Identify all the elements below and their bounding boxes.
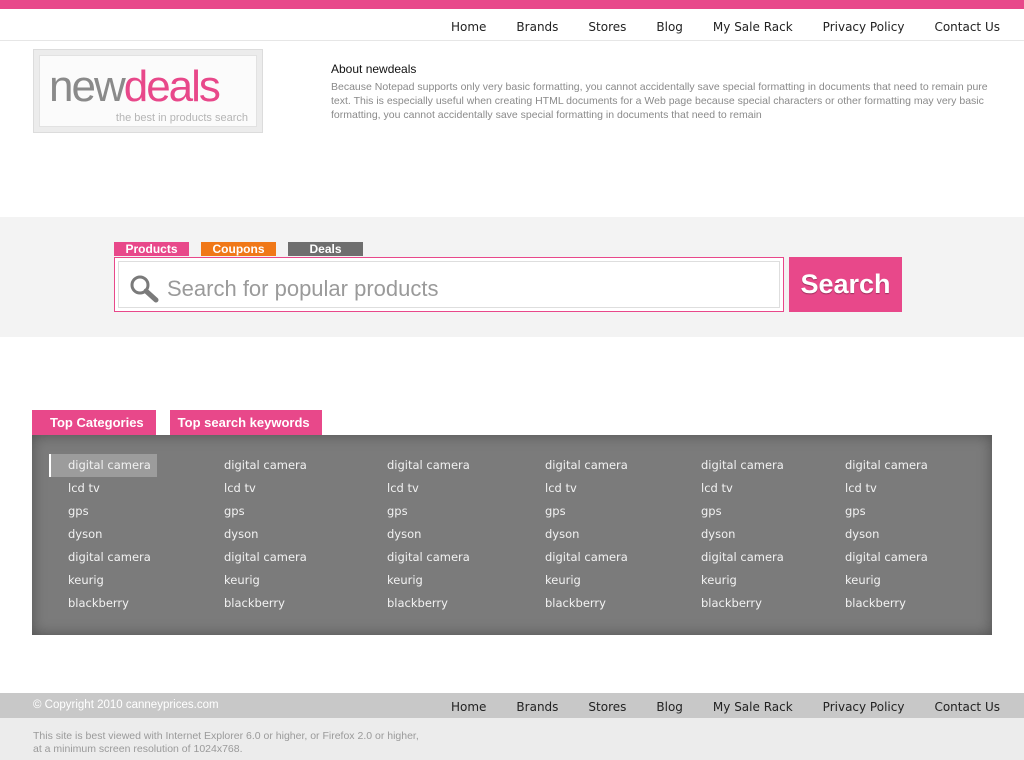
category-link[interactable]: digital camera — [701, 549, 784, 572]
category-link[interactable]: lcd tv — [387, 480, 470, 503]
category-link[interactable]: digital camera — [845, 549, 928, 572]
footer-nav-my-sale-rack[interactable]: My Sale Rack — [713, 699, 793, 715]
category-column: digital camera lcd tv gps dyson digital … — [49, 454, 157, 618]
logo-inner: newdeals the best in products search — [39, 55, 257, 127]
category-link[interactable]: digital camera — [49, 454, 157, 477]
category-link[interactable]: digital camera — [545, 457, 628, 480]
category-link[interactable]: keurig — [68, 572, 157, 595]
category-link[interactable]: keurig — [545, 572, 628, 595]
category-link[interactable]: keurig — [387, 572, 470, 595]
nav-stores[interactable]: Stores — [588, 19, 626, 35]
logo-tagline: the best in products search — [115, 112, 248, 124]
category-link[interactable]: gps — [68, 503, 157, 526]
about-section: About newdeals Because Notepad supports … — [331, 62, 999, 122]
category-link[interactable]: lcd tv — [68, 480, 157, 503]
category-link[interactable]: lcd tv — [701, 480, 784, 503]
category-link[interactable]: gps — [701, 503, 784, 526]
category-link[interactable]: gps — [845, 503, 928, 526]
logo-word-new: new — [49, 62, 126, 111]
category-link[interactable]: dyson — [68, 526, 157, 549]
category-link[interactable]: blackberry — [68, 595, 157, 618]
nav-privacy-policy[interactable]: Privacy Policy — [823, 19, 905, 35]
category-link[interactable]: gps — [224, 503, 307, 526]
search-field-inner — [118, 261, 780, 308]
category-link[interactable]: dyson — [387, 526, 470, 549]
site-logo[interactable]: newdeals the best in products search — [33, 49, 263, 133]
about-body: Because Notepad supports only very basic… — [331, 81, 988, 121]
category-link[interactable]: keurig — [224, 572, 307, 595]
footer-copyright: © Copyright 2010 canneyprices.com — [33, 699, 219, 711]
category-link[interactable]: gps — [545, 503, 628, 526]
nav-brands[interactable]: Brands — [516, 19, 558, 35]
footer-nav-home[interactable]: Home — [451, 699, 486, 715]
browser-note: This site is best viewed with Internet E… — [33, 730, 419, 756]
magnifier-icon — [130, 275, 159, 303]
category-panel: digital camera lcd tv gps dyson digital … — [32, 435, 992, 635]
category-link[interactable]: dyson — [701, 526, 784, 549]
category-link[interactable]: digital camera — [224, 549, 307, 572]
top-accent-bar — [0, 0, 1024, 9]
category-tabs: Top Categories Top search keywords — [32, 410, 336, 435]
category-column: digital camera lcd tv gps dyson digital … — [224, 457, 307, 618]
tab-products[interactable]: Products — [114, 242, 189, 256]
category-link[interactable]: blackberry — [545, 595, 628, 618]
category-column: digital camera lcd tv gps dyson digital … — [545, 457, 628, 618]
category-link[interactable]: blackberry — [845, 595, 928, 618]
category-link[interactable]: dyson — [224, 526, 307, 549]
category-column: digital camera lcd tv gps dyson digital … — [387, 457, 470, 618]
tab-deals[interactable]: Deals — [288, 242, 363, 256]
category-link[interactable]: lcd tv — [224, 480, 307, 503]
category-link[interactable]: digital camera — [224, 457, 307, 480]
nav-contact-us[interactable]: Contact Us — [934, 19, 1000, 35]
category-link[interactable]: blackberry — [701, 595, 784, 618]
tab-top-categories[interactable]: Top Categories — [32, 410, 156, 435]
category-link[interactable]: digital camera — [387, 549, 470, 572]
category-column: digital camera lcd tv gps dyson digital … — [845, 457, 928, 618]
search-input[interactable] — [165, 270, 769, 308]
footer-nav-privacy-policy[interactable]: Privacy Policy — [823, 699, 905, 715]
category-link[interactable]: gps — [387, 503, 470, 526]
about-title: About newdeals — [331, 62, 417, 76]
category-link[interactable]: keurig — [845, 572, 928, 595]
footer-nav-stores[interactable]: Stores — [588, 699, 626, 715]
search-field — [114, 257, 784, 312]
category-link[interactable]: digital camera — [387, 457, 470, 480]
header-divider — [0, 40, 1024, 41]
logo-word-deals: deals — [123, 62, 221, 111]
browser-note-line2: at a minimum screen resolution of 1024x7… — [33, 743, 243, 755]
category-link[interactable]: blackberry — [387, 595, 470, 618]
footer-nav-contact-us[interactable]: Contact Us — [934, 699, 1000, 715]
logo-wordmark: newdeals — [49, 60, 221, 114]
search-button[interactable]: Search — [789, 257, 902, 312]
footer-nav: Home Brands Stores Blog My Sale Rack Pri… — [421, 699, 1000, 715]
search-type-tabs: Products Coupons Deals — [114, 242, 375, 256]
footer-nav-brands[interactable]: Brands — [516, 699, 558, 715]
nav-blog[interactable]: Blog — [656, 19, 683, 35]
category-link[interactable]: lcd tv — [845, 480, 928, 503]
category-link[interactable]: dyson — [545, 526, 628, 549]
category-link[interactable]: digital camera — [68, 549, 157, 572]
category-link[interactable]: dyson — [845, 526, 928, 549]
top-nav: Home Brands Stores Blog My Sale Rack Pri… — [421, 19, 1000, 35]
category-link[interactable]: keurig — [701, 572, 784, 595]
category-link[interactable]: digital camera — [545, 549, 628, 572]
nav-home[interactable]: Home — [451, 19, 486, 35]
browser-note-line1: This site is best viewed with Internet E… — [33, 730, 419, 742]
category-link[interactable]: blackberry — [224, 595, 307, 618]
tab-coupons[interactable]: Coupons — [201, 242, 276, 256]
category-link[interactable]: digital camera — [845, 457, 928, 480]
category-link[interactable]: lcd tv — [545, 480, 628, 503]
tab-top-search-keywords[interactable]: Top search keywords — [169, 410, 322, 435]
category-column: digital camera lcd tv gps dyson digital … — [701, 457, 784, 618]
category-link[interactable]: digital camera — [701, 457, 784, 480]
footer-nav-blog[interactable]: Blog — [656, 699, 683, 715]
nav-my-sale-rack[interactable]: My Sale Rack — [713, 19, 793, 35]
